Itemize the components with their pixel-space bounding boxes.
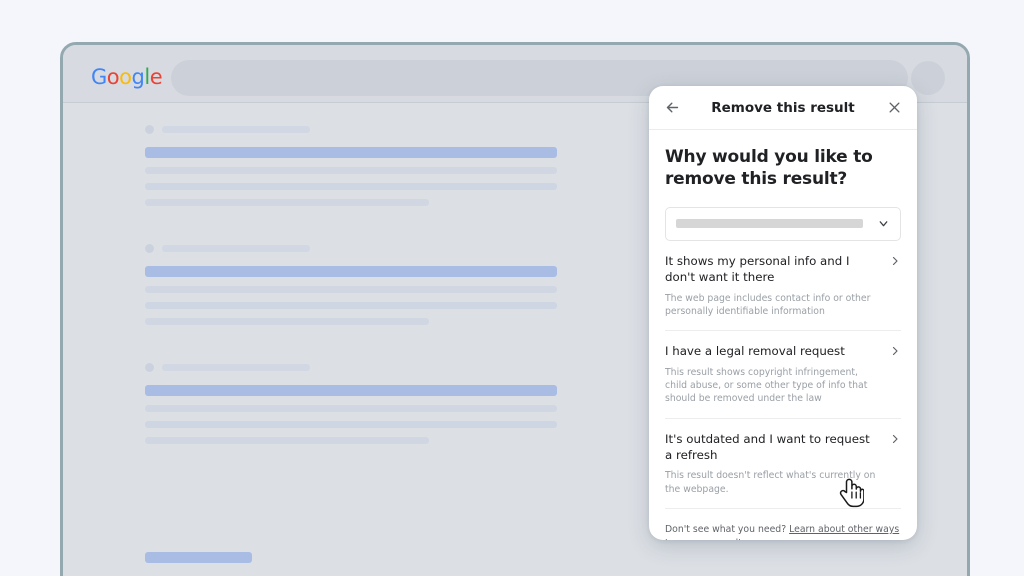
- logo-letter-o1: o: [106, 65, 120, 89]
- result-snippet-line: [145, 437, 430, 444]
- result-snippet-line: [145, 421, 557, 428]
- reason-select[interactable]: [665, 206, 901, 241]
- option-description: This result doesn't reflect what's curre…: [665, 470, 876, 495]
- url-placeholder: [162, 364, 310, 371]
- option-title: It shows my personal info and I don't wa…: [665, 253, 850, 284]
- favicon-placeholder: [145, 125, 154, 134]
- option-personal-info[interactable]: It shows my personal info and I don't wa…: [665, 241, 901, 332]
- chevron-down-icon: [877, 217, 890, 230]
- option-legal-request[interactable]: I have a legal removal request This resu…: [665, 331, 901, 419]
- logo-letter-o2: o: [119, 65, 132, 89]
- result-snippet-line: [145, 199, 430, 206]
- select-value-placeholder: [676, 219, 863, 229]
- result-title-placeholder: [145, 266, 557, 277]
- result-skeleton-2[interactable]: [145, 244, 557, 325]
- result-title-placeholder: [145, 147, 557, 158]
- url-placeholder: [162, 245, 310, 252]
- result-title-placeholder: [145, 385, 557, 396]
- result-skeleton-1[interactable]: [145, 125, 557, 206]
- panel-title: Remove this result: [711, 99, 855, 116]
- option-title: I have a legal removal request: [665, 344, 845, 359]
- logo-letter-g2: g: [131, 65, 145, 89]
- chevron-right-icon: [889, 433, 901, 445]
- logo-letter-g1: G: [91, 65, 107, 89]
- panel-header: Remove this result: [649, 86, 917, 130]
- arrow-left-icon[interactable]: [659, 95, 685, 121]
- result-snippet-line: [145, 183, 557, 190]
- option-title: It's outdated and I want to request a re…: [665, 431, 870, 462]
- option-outdated-refresh[interactable]: It's outdated and I want to request a re…: [665, 419, 901, 509]
- chevron-right-icon: [889, 255, 901, 267]
- result-url-line: [145, 125, 557, 134]
- option-description: The web page includes contact info or ot…: [665, 292, 871, 317]
- result-snippet-line: [145, 286, 557, 293]
- close-icon[interactable]: [881, 95, 907, 121]
- url-placeholder: [162, 126, 310, 133]
- option-description: This result shows copyright infringement…: [665, 367, 868, 405]
- result-snippet-line: [145, 302, 557, 309]
- screenshot-stage: Google Remove this result Why would you …: [0, 0, 1024, 576]
- result-snippet-line: [145, 318, 430, 325]
- footer-prefix: Don't see what you need?: [665, 523, 790, 535]
- result-url-line: [145, 244, 557, 253]
- logo-letter-e: e: [149, 65, 163, 89]
- panel-question: Why would you like to remove this result…: [665, 147, 873, 190]
- chevron-right-icon: [889, 345, 901, 357]
- panel-footer: Don't see what you need? Learn about oth…: [665, 509, 901, 540]
- result-snippet-line: [145, 167, 557, 174]
- result-url-line: [145, 363, 557, 372]
- result-skeleton-3[interactable]: [145, 363, 557, 444]
- remove-result-panel: Remove this result Why would you like to…: [649, 86, 917, 540]
- panel-content: Why would you like to remove this result…: [649, 130, 917, 540]
- google-logo[interactable]: Google: [91, 65, 163, 89]
- favicon-placeholder: [145, 363, 154, 372]
- section-title-placeholder: [145, 552, 252, 563]
- result-snippet-line: [145, 405, 557, 412]
- favicon-placeholder: [145, 244, 154, 253]
